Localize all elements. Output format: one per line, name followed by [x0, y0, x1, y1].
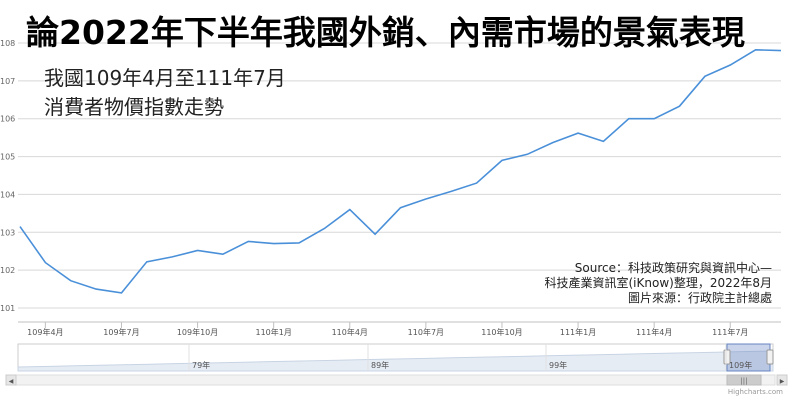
navigator-label: 99年: [549, 360, 567, 370]
x-tick-label: 109年4月: [27, 327, 63, 337]
highcharts-credit[interactable]: Highcharts.com: [728, 388, 783, 396]
y-tick-labels: 101102103104105106107108: [0, 39, 15, 313]
navigator-label: 109年: [729, 360, 752, 370]
chart-subtitle-range: 我國109年4月至111年7月: [44, 66, 286, 90]
x-tick-label: 111年7月: [712, 327, 748, 337]
navigator-label: 89年: [371, 360, 389, 370]
source-note: Source：科技政策研究與資訊中心— 科技產業資訊室(iKnow)整理，202…: [544, 261, 772, 306]
x-tick-label: 109年7月: [103, 327, 139, 337]
title-bar: 論2022年下半年我國外銷、內需市場的景氣表現: [0, 0, 789, 54]
x-tick-label: 111年4月: [636, 327, 672, 337]
x-tick-label: 109年10月: [177, 327, 218, 337]
page-title: 論2022年下半年我國外銷、內需市場的景氣表現: [26, 13, 745, 52]
source-line-2: 科技產業資訊室(iKnow)整理，2022年8月: [544, 276, 772, 290]
x-tick-label: 110年10月: [481, 327, 522, 337]
y-tick-label: 103: [0, 228, 15, 237]
y-tick-label: 101: [0, 304, 15, 313]
x-tick-label: 111年1月: [560, 327, 596, 337]
navigator-label: 79年: [192, 360, 210, 370]
y-tick-label: 106: [0, 115, 15, 124]
navigator[interactable]: 79年 89年 99年 109年 ||| ◀ ▶: [5, 343, 788, 386]
source-line-3: 圖片來源：行政院主計總處: [627, 291, 772, 305]
x-tick-label: 110年7月: [408, 327, 444, 337]
scrollbar-track[interactable]: [15, 374, 776, 386]
y-tick-label: 102: [0, 266, 15, 275]
x-tick-label: 110年1月: [255, 327, 291, 337]
chart-subtitle-topic: 消費者物價指數走勢: [44, 95, 224, 119]
y-tick-label: 107: [0, 77, 15, 86]
source-line-1: Source：科技政策研究與資訊中心—: [574, 261, 772, 275]
y-tick-label: 104: [0, 190, 15, 199]
x-tick-labels: 109年4月 109年7月 109年10月 110年1月 110年4月 110年7月 110…: [27, 322, 748, 337]
navigator-handle[interactable]: [766, 349, 774, 365]
scroll-right-arrow-icon: ▶: [780, 378, 785, 385]
scrollbar-grip-icon: |||: [740, 377, 747, 385]
y-tick-label: 105: [0, 153, 15, 162]
x-tick-label: 110年4月: [332, 327, 368, 337]
scroll-left-arrow-icon: ◀: [9, 378, 14, 385]
cpi-line-chart: 101102103104105106107108 109年4月 109年7月 109…: [0, 39, 788, 386]
